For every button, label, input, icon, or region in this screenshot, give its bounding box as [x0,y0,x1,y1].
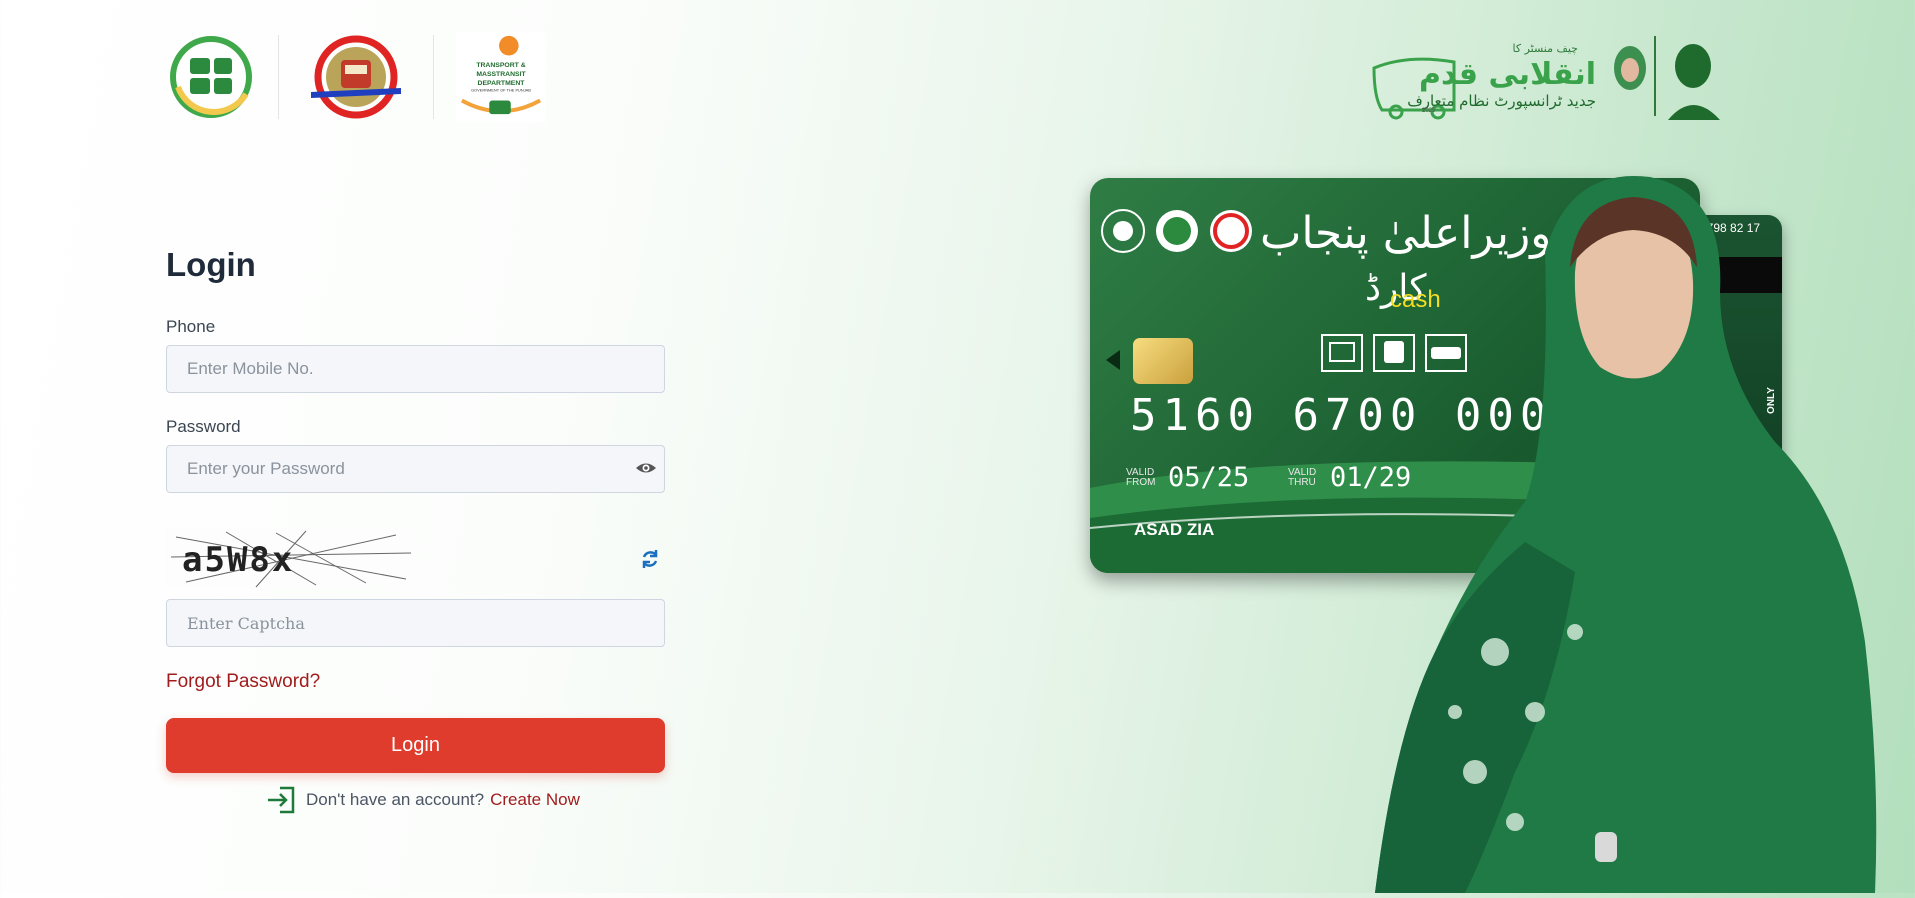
valid-thru-label: VALID THRU [1288,467,1317,488]
captcha-image: a5W8x [166,527,415,589]
logo-divider [433,35,434,119]
campaign-branding: چیف منسٹر کا انقلابی قدم جدید ٹرانسپورٹ … [1368,28,1728,124]
page-title: Login [166,246,256,283]
campaign-title: انقلابی قدم [1419,57,1596,92]
svg-text:MASSTRANSIT: MASSTRANSIT [476,71,526,78]
logo-divider [278,35,279,119]
campaign-top-text: چیف منسٹر کا [1512,42,1578,55]
signup-prompt: Don't have an account? [306,790,485,809]
svg-text:2025: 2025 [1422,108,1436,114]
campaign-subtitle: جدید ٹرانسپورٹ نظام متعارف [1407,92,1596,111]
card-holder-name: ASAD ZIA [1134,520,1215,539]
chip-icon [1133,338,1193,384]
card-emblems [1100,208,1254,254]
portrait-image [1375,172,1895,893]
captcha-input[interactable] [166,599,665,647]
password-label: Password [166,417,241,436]
tmtd-logo: TRANSPORT & MASSTRANSIT DEPARTMENT GOVER… [456,32,546,122]
valid-from-label: VALID FROM [1126,467,1156,488]
password-input[interactable] [166,445,665,493]
eye-icon[interactable] [635,459,657,477]
login-button[interactable]: Login [166,718,665,773]
card-arrow-icon [1106,350,1120,370]
phone-label: Phone [166,317,216,336]
create-account-link[interactable]: Create Now [490,790,580,810]
valid-from-value: 05/25 [1168,462,1250,493]
signup-icon [266,786,296,814]
svg-text:DEPARTMENT: DEPARTMENT [478,80,526,87]
forgot-password-link[interactable]: Forgot Password? [166,671,320,693]
signup-row: Don't have an account? Create Now [266,785,580,815]
svg-text:TRANSPORT &: TRANSPORT & [476,62,525,69]
department-logos: TRANSPORT & MASSTRANSIT DEPARTMENT GOVER… [166,32,546,122]
svg-text:GOVERNMENT OF THE PUNJAB: GOVERNMENT OF THE PUNJAB [471,88,531,93]
metro-bus-logo [301,32,411,122]
captcha-text: a5W8x [182,540,294,580]
phone-input[interactable] [166,345,665,393]
refresh-captcha-icon[interactable] [640,548,660,570]
transport-cycle-logo [166,32,256,122]
